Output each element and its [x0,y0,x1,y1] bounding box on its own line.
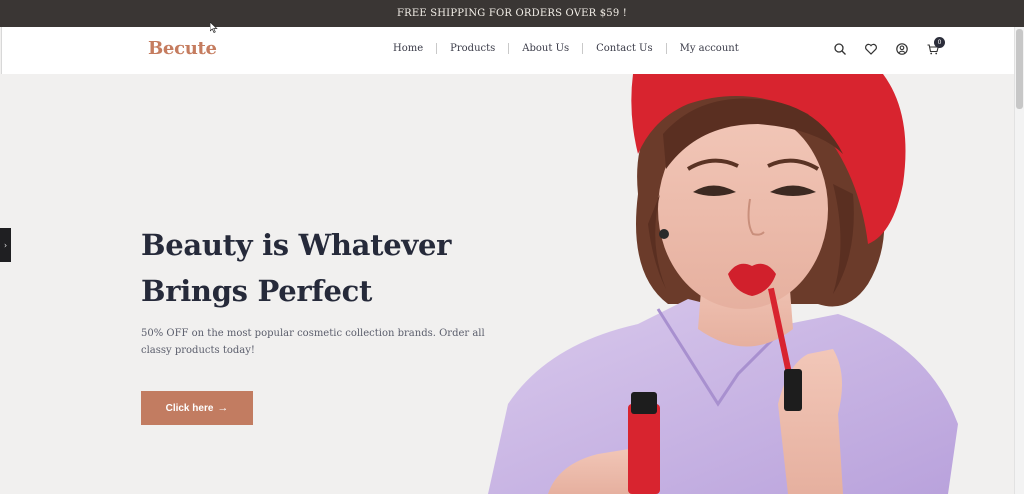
site-header: Becute Home Products About Us Contact Us… [1,27,1014,74]
hero-headline-line2: Brings Perfect [141,274,373,308]
header-icons: 0 [833,37,957,56]
nav-products[interactable]: Products [450,43,495,54]
user-icon[interactable] [895,42,909,56]
nav-about-us[interactable]: About Us [522,43,569,54]
main-nav: Home Products About Us Contact Us My acc… [393,43,739,54]
cart-count-badge: 0 [934,37,945,48]
nav-divider [665,43,667,54]
mouse-cursor-icon [210,22,218,33]
page-scrollbar[interactable] [1014,27,1024,494]
brand-logo[interactable]: Becute [148,38,217,59]
cart-icon[interactable]: 0 [926,37,945,56]
scrollbar-thumb[interactable] [1016,29,1023,109]
hero-headline: Beauty is Whatever Brings Perfect [141,222,501,314]
nav-divider [436,43,438,54]
hero-headline-line1: Beauty is Whatever [141,228,452,262]
click-here-button[interactable]: Click here → [141,391,253,425]
heart-icon[interactable] [864,42,878,56]
announcement-bar: FREE SHIPPING FOR ORDERS OVER $59 ! [0,0,1024,27]
side-panel-toggle[interactable]: › [0,228,11,262]
hero-model-image [488,74,1014,494]
nav-home[interactable]: Home [393,43,423,54]
hero-subtext: 50% OFF on the most popular cosmetic col… [141,328,485,356]
search-icon[interactable] [833,42,847,56]
nav-divider [582,43,584,54]
nav-contact-us[interactable]: Contact Us [596,43,652,54]
cta-label: Click here [165,402,214,414]
chevron-right-icon: › [3,240,8,250]
nav-my-account[interactable]: My account [680,43,739,54]
nav-divider [508,43,510,54]
announcement-text: FREE SHIPPING FOR ORDERS OVER $59 ! [396,8,628,19]
arrow-right-icon: → [217,402,229,414]
